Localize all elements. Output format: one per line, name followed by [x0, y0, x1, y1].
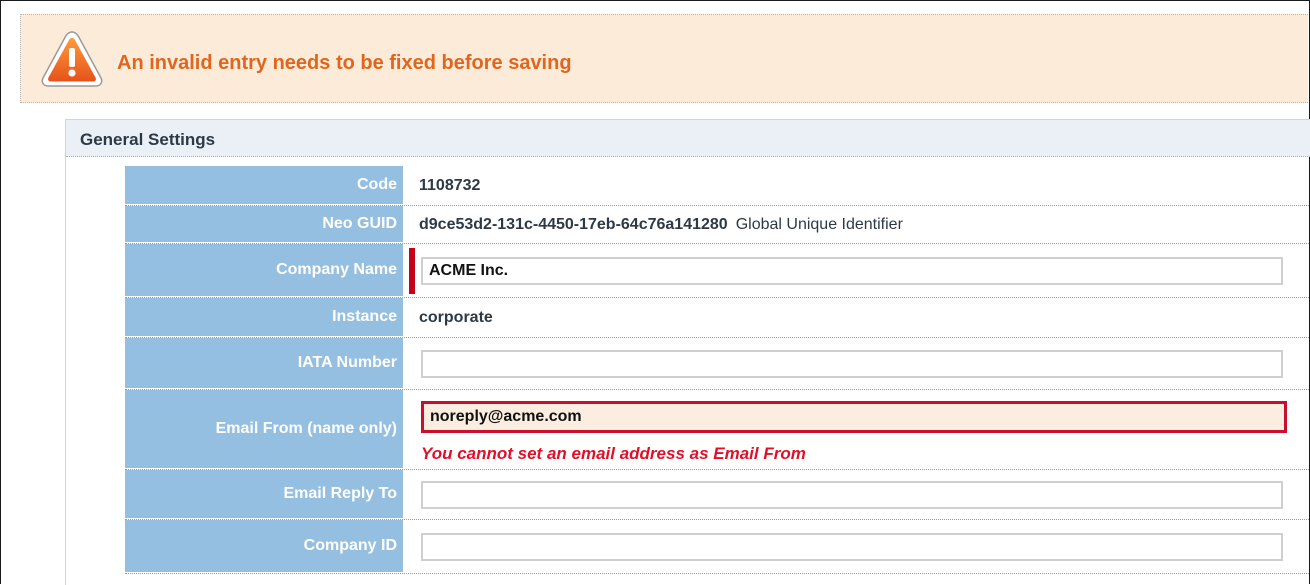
row-neo-guid: Neo GUID d9ce53d2-131c-4450-17eb-64c76a1… [125, 206, 1310, 244]
alert-message: An invalid entry needs to be fixed befor… [117, 52, 572, 74]
row-email-from: Email From (name only) You cannot set an… [125, 390, 1310, 470]
row-company-id: Company ID [125, 520, 1310, 574]
code-label: Code [125, 166, 403, 205]
panel-header: General Settings [66, 120, 1310, 157]
row-iata-number: IATA Number [125, 338, 1310, 390]
instance-value: corporate [419, 298, 493, 337]
iata-number-label: IATA Number [125, 338, 403, 389]
panel-title: General Settings [80, 130, 216, 149]
general-settings-panel: General Settings Code 1108732 Neo GUID d… [65, 119, 1310, 585]
row-email-reply-to: Email Reply To [125, 470, 1310, 520]
neo-guid-value-text: d9ce53d2-131c-4450-17eb-64c76a141280 [419, 215, 728, 233]
neo-guid-value: d9ce53d2-131c-4450-17eb-64c76a141280 Glo… [419, 206, 903, 243]
instance-label: Instance [125, 298, 403, 337]
company-name-input[interactable] [421, 257, 1283, 285]
row-company-name: Company Name [125, 244, 1310, 298]
code-value: 1108732 [419, 166, 480, 205]
validation-alert: An invalid entry needs to be fixed befor… [20, 14, 1308, 103]
neo-guid-hint: Global Unique Identifier [735, 215, 903, 233]
email-from-input[interactable] [421, 401, 1287, 433]
company-name-label: Company Name [125, 244, 403, 297]
row-code: Code 1108732 [125, 166, 1310, 206]
company-id-input[interactable] [421, 533, 1283, 561]
warning-triangle-icon [41, 31, 103, 87]
required-marker [409, 248, 415, 294]
iata-number-input[interactable] [421, 350, 1283, 378]
code-value-text: 1108732 [419, 176, 481, 194]
neo-guid-label: Neo GUID [125, 206, 403, 243]
company-id-label: Company ID [125, 520, 403, 573]
email-reply-to-label: Email Reply To [125, 470, 403, 519]
email-from-error: You cannot set an email address as Email… [421, 444, 806, 463]
email-reply-to-input[interactable] [421, 481, 1283, 509]
instance-value-text: corporate [419, 308, 493, 326]
email-from-label: Email From (name only) [125, 390, 403, 469]
row-instance: Instance corporate [125, 298, 1310, 338]
